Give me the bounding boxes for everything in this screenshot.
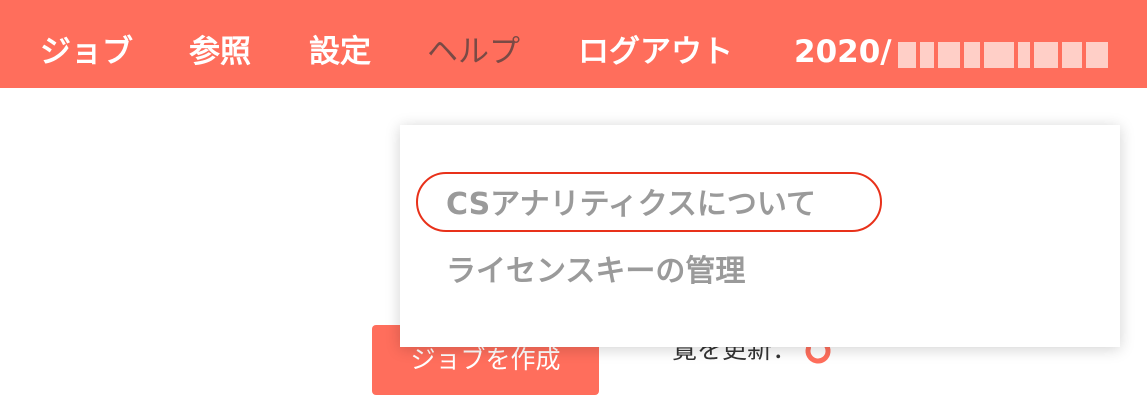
nav-item-logout[interactable]: ログアウト: [578, 30, 733, 74]
datetime-text: 2020/: [794, 34, 892, 70]
help-dropdown-menu: CSアナリティクスについて ライセンスキーの管理: [400, 125, 1120, 347]
nav-item-reference[interactable]: 参照: [189, 30, 251, 74]
redacted-datetime: [897, 32, 1112, 76]
nav-item-job[interactable]: ジョブ: [40, 30, 133, 74]
nav-item-help[interactable]: ヘルプ: [427, 30, 520, 74]
nav-item-settings[interactable]: 設定: [309, 30, 371, 74]
datetime-display: 2020/: [794, 30, 1112, 76]
menu-item-license-key-management[interactable]: ライセンスキーの管理: [446, 250, 745, 294]
menu-item-about-cs-analytics[interactable]: CSアナリティクスについて: [446, 183, 816, 227]
top-navigation-bar: ジョブ 参照 設定 ヘルプ ログアウト 2020/: [0, 0, 1147, 88]
